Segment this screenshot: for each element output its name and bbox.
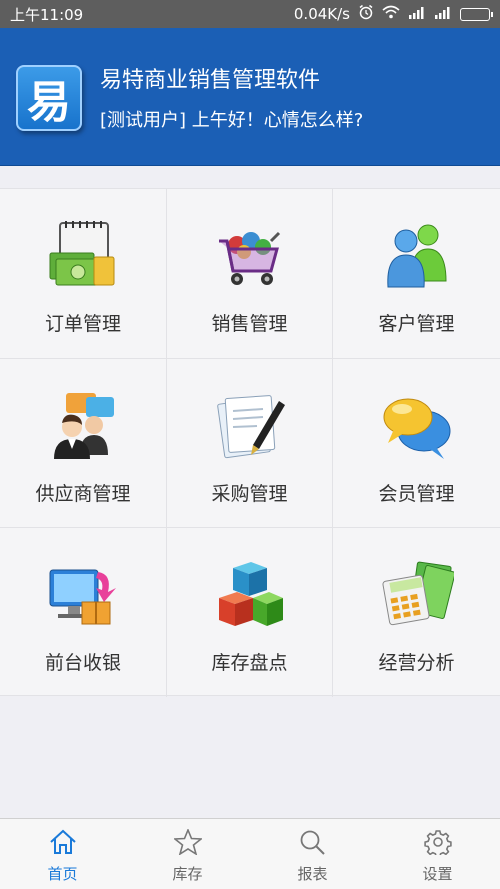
customers-icon	[380, 219, 454, 293]
purchase-pen-icon	[213, 389, 287, 463]
tab-inventory[interactable]: 库存	[125, 819, 250, 889]
analysis-calculator-icon	[380, 558, 455, 632]
shopping-cart-icon	[213, 219, 287, 293]
home-icon	[49, 829, 77, 859]
grid-item-supplier[interactable]: 供应商管理	[0, 359, 167, 528]
signal-icon	[408, 5, 426, 23]
cashier-icon	[46, 558, 120, 632]
function-grid: 订单管理 销售管理 客户管理 供应商管理 采购管理 会员管理 前台收银 库存盘点…	[0, 188, 500, 697]
grid-item-label: 库存盘点	[211, 652, 288, 674]
member-chat-icon	[380, 389, 454, 463]
gear-icon	[423, 829, 452, 859]
tab-label: 报表	[297, 865, 328, 883]
grid-item-label: 订单管理	[44, 313, 121, 335]
signal-icon-2	[434, 5, 452, 23]
grid-item-order[interactable]: 订单管理	[0, 189, 167, 359]
grid-item-label: 经营分析	[378, 652, 455, 674]
tab-reports[interactable]: 报表	[250, 819, 375, 889]
grid-item-label: 采购管理	[211, 483, 288, 505]
tab-label: 库存	[172, 865, 203, 883]
app-title: 易特商业销售管理软件	[100, 68, 321, 93]
status-time: 上午11:09	[10, 5, 84, 24]
grid-item-analysis[interactable]: 经营分析	[333, 528, 500, 697]
grid-item-purchase[interactable]: 采购管理	[167, 359, 333, 528]
tab-label: 首页	[47, 865, 78, 883]
supplier-icon	[46, 389, 120, 463]
grid-item-cashier[interactable]: 前台收银	[0, 528, 167, 697]
bottom-tab-bar: 首页 库存 报表 设置	[0, 818, 500, 889]
status-right: 0.04K/s	[293, 4, 493, 24]
alarm-icon	[358, 4, 374, 24]
star-icon	[172, 827, 203, 859]
grid-item-label: 供应商管理	[35, 483, 131, 505]
grid-item-label: 销售管理	[211, 313, 288, 335]
tab-settings[interactable]: 设置	[375, 819, 500, 889]
tab-home[interactable]: 首页	[0, 819, 125, 889]
status-bar: 上午11:09 0.04K/s	[0, 0, 500, 28]
greeting-text: [测试用户] 上午好！心情怎么样?	[100, 110, 364, 131]
grid-item-inventory[interactable]: 库存盘点	[167, 528, 333, 697]
network-speed: 0.04K/s	[293, 5, 350, 23]
wifi-icon	[382, 5, 400, 23]
grid-item-label: 客户管理	[378, 313, 455, 335]
grid-item-sales[interactable]: 销售管理	[167, 189, 333, 359]
search-icon	[299, 829, 327, 859]
app-header: 易 易特商业销售管理软件 [测试用户] 上午好！心情怎么样?	[0, 28, 500, 166]
tab-label: 设置	[422, 865, 453, 883]
inventory-blocks-icon	[213, 558, 287, 632]
grid-item-label: 前台收银	[44, 652, 121, 674]
grid-item-member[interactable]: 会员管理	[333, 359, 500, 528]
grid-item-customers[interactable]: 客户管理	[333, 189, 500, 359]
battery-icon	[460, 7, 493, 21]
grid-item-label: 会员管理	[378, 483, 455, 505]
app-logo: 易	[16, 65, 82, 131]
order-icon	[46, 219, 120, 293]
